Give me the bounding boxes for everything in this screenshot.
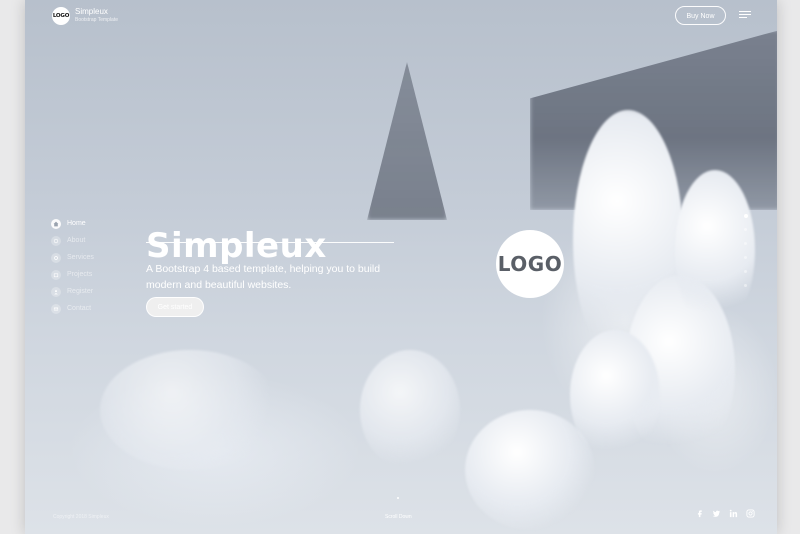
briefcase-icon	[51, 269, 61, 280]
scroll-down-link[interactable]: Scroll Down	[385, 514, 412, 520]
section-dot[interactable]	[744, 256, 747, 259]
frosted-plant	[360, 350, 460, 470]
scroll-indicator	[397, 497, 399, 499]
frosted-plant	[100, 350, 280, 470]
home-icon	[51, 218, 61, 229]
sidebar-item-contact[interactable]: Contact	[51, 300, 141, 317]
info-icon	[51, 235, 61, 246]
sidebar-item-label: About	[67, 237, 86, 244]
section-dot[interactable]	[744, 284, 747, 287]
sidebar-item-label: Contact	[67, 305, 92, 312]
sidebar-item-services[interactable]: Services	[51, 249, 141, 266]
envelope-icon	[51, 303, 61, 314]
section-dot[interactable]	[744, 270, 747, 273]
sidebar-item-label: Register	[67, 288, 94, 295]
sidebar-item-home[interactable]: Home	[51, 215, 141, 232]
sidebar-item-register[interactable]: Register	[51, 283, 141, 300]
section-dot[interactable]	[744, 228, 747, 231]
hero-page: LOGO Simpleux Bootstrap Template Buy Now…	[25, 0, 777, 534]
sidebar-item-projects[interactable]: Projects	[51, 266, 141, 283]
hero-divider	[146, 242, 394, 243]
user-icon	[51, 286, 61, 297]
brand-name[interactable]: Simpleux	[75, 7, 108, 16]
twitter-icon[interactable]	[712, 509, 721, 518]
sidebar-item-about[interactable]: About	[51, 232, 141, 249]
menu-bar	[739, 11, 751, 12]
linkedin-icon[interactable]	[729, 509, 738, 518]
copyright-text: Copyright 2018 Simpleux	[53, 514, 109, 520]
menu-bar	[739, 17, 747, 18]
facebook-icon[interactable]	[695, 509, 704, 518]
buy-now-button[interactable]: Buy Now	[675, 6, 726, 25]
header-logo[interactable]: LOGO	[52, 7, 70, 25]
background-roof	[367, 62, 447, 220]
hero-title: Simpleux	[146, 225, 327, 266]
gear-icon	[51, 252, 61, 263]
hero-subtitle: A Bootstrap 4 based template, helping yo…	[146, 262, 381, 291]
section-pagination	[743, 214, 749, 304]
menu-bar	[739, 14, 751, 15]
instagram-icon[interactable]	[746, 509, 755, 518]
sidebar-item-label: Services	[67, 254, 94, 261]
sidebar-item-label: Home	[67, 220, 86, 227]
section-dot[interactable]	[744, 242, 747, 245]
center-logo: LOGO	[496, 230, 564, 298]
brand-tagline: Bootstrap Template	[75, 17, 118, 23]
get-started-button[interactable]: Get started	[146, 297, 204, 317]
section-dot-active[interactable]	[743, 214, 748, 218]
frosted-plant	[570, 330, 660, 460]
menu-toggle-icon[interactable]	[739, 11, 751, 19]
sidebar-nav: Home About Services Projects Register Co…	[51, 215, 141, 317]
sidebar-item-label: Projects	[67, 271, 93, 278]
social-links	[695, 509, 755, 518]
